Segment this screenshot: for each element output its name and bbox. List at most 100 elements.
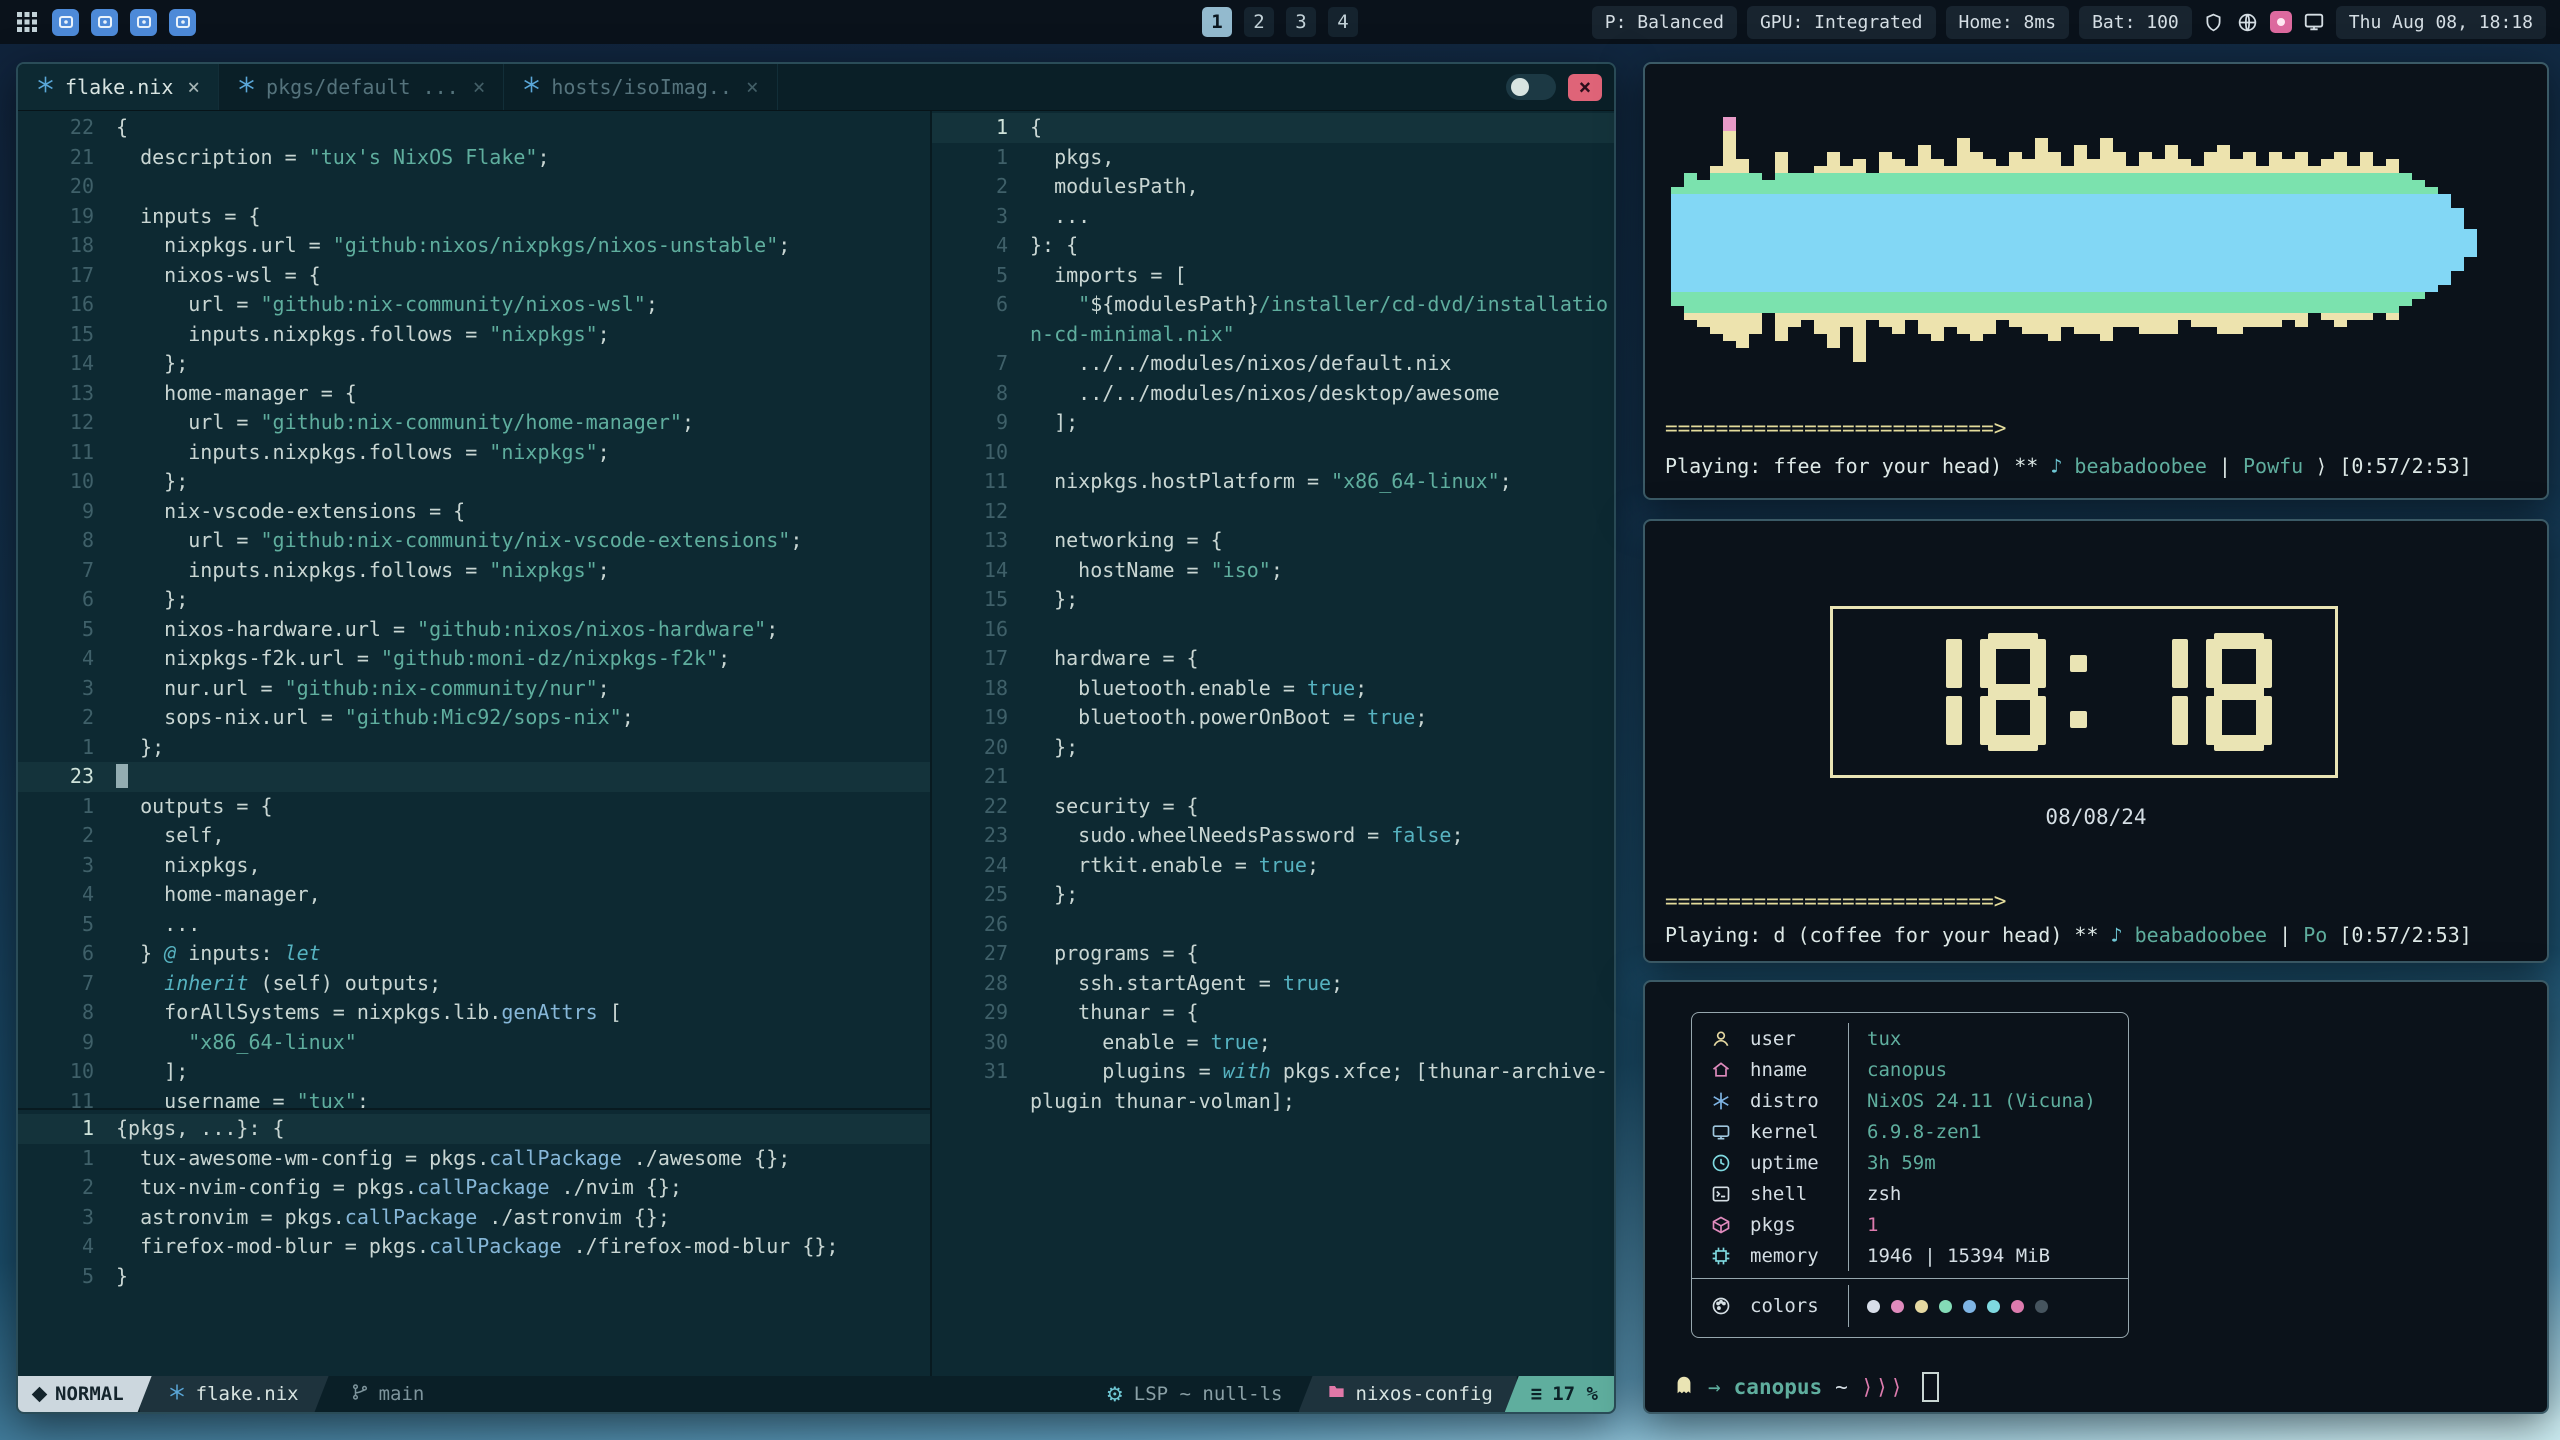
line-number: 21: [18, 143, 116, 173]
code-line: 2 sops-nix.url = "github:Mic92/sops-nix"…: [18, 703, 930, 733]
code-text: nix-vscode-extensions = {: [116, 497, 930, 527]
fetch-value: zsh: [1848, 1178, 2128, 1209]
waveform-column: [2165, 145, 2178, 334]
git-branch: main: [329, 1376, 441, 1412]
waveform-column: [2191, 166, 2204, 327]
code-text: [1030, 762, 1614, 792]
code-text: description = "tux's NixOS Flake";: [116, 143, 930, 173]
code-line: 15 inputs.nixpkgs.follows = "nixpkgs";: [18, 320, 930, 350]
buffer-pkgs-default-nix[interactable]: 1{pkgs, ...}: {1 tux-awesome-wm-config =…: [18, 1108, 930, 1376]
app-launcher-grid-icon[interactable]: [14, 9, 40, 35]
status-pill: Bat: 100: [2079, 6, 2192, 39]
tab-close-icon[interactable]: ×: [187, 75, 200, 99]
waveform-column: [1866, 173, 1879, 320]
code-text: imports = [: [1030, 261, 1614, 291]
line-number: 10: [932, 438, 1030, 468]
fetch-label: shell: [1750, 1183, 1848, 1205]
display-icon[interactable]: [2302, 10, 2326, 34]
fetch-value: NixOS 24.11 (Vicuna): [1848, 1085, 2128, 1116]
code-line: 25 };: [932, 880, 1614, 910]
buffer-flake-nix[interactable]: 22{21 description = "tux's NixOS Flake";…: [18, 111, 930, 1108]
waveform-column: [2178, 159, 2191, 320]
code-line: 21: [932, 762, 1614, 792]
waveform-column: [2282, 159, 2295, 320]
code-line: 9 ];: [932, 408, 1614, 438]
tab-label: flake.nix: [65, 75, 173, 99]
code-line: n-cd-minimal.nix": [932, 320, 1614, 350]
code-text: nur.url = "github:nix-community/nur";: [116, 674, 930, 704]
taskbar-app-icon[interactable]: [52, 9, 79, 36]
tab-hosts-isoImag-[interactable]: hosts/isoImag..×: [504, 64, 777, 110]
shell-prompt[interactable]: → canopus ~ ⟩⟩⟩: [1673, 1372, 1939, 1402]
line-number: 17: [932, 644, 1030, 674]
line-number: 22: [932, 792, 1030, 822]
code-line: 4 home-manager,: [18, 880, 930, 910]
code-text: "x86_64-linux": [116, 1028, 930, 1058]
line-number: 9: [932, 408, 1030, 438]
waveform-column: [2308, 166, 2321, 313]
workspace-tag-2[interactable]: 2: [1244, 7, 1274, 37]
clock-digit: [1896, 633, 1962, 751]
line-number: 11: [18, 438, 116, 468]
record-icon[interactable]: [2270, 11, 2292, 33]
line-number: 14: [932, 556, 1030, 586]
code-line: 16 url = "github:nix-community/nixos-wsl…: [18, 290, 930, 320]
code-line: 2 self,: [18, 821, 930, 851]
code-text: ../../modules/nixos/default.nix: [1030, 349, 1614, 379]
workspace-tag-1[interactable]: 1: [1202, 7, 1232, 37]
buffer-hosts-iso-nix[interactable]: 1{1 pkgs,2 modulesPath,3 ...4}: {5 impor…: [932, 111, 1614, 1376]
taskbar-app-icon[interactable]: [130, 9, 157, 36]
line-number: 30: [932, 1028, 1030, 1058]
code-text: forAllSystems = nixpkgs.lib.genAttrs [: [116, 998, 930, 1028]
fetch-row-kernel: kernel6.9.8-zen1: [1692, 1116, 2128, 1147]
line-number: 14: [18, 349, 116, 379]
code-text: };: [1030, 733, 1614, 763]
code-line: 10: [932, 438, 1614, 468]
tab-pkgs-default-[interactable]: pkgs/default ...×: [219, 64, 504, 110]
project-badge: nixos-config: [1299, 1376, 1517, 1412]
line-number: 6: [18, 585, 116, 615]
code-line: 3 nur.url = "github:nix-community/nur";: [18, 674, 930, 704]
code-line: 24 rtkit.enable = true;: [932, 851, 1614, 881]
window-close-button[interactable]: ×: [1568, 74, 1602, 101]
code-line: 22 security = {: [932, 792, 1614, 822]
code-text: nixpkgs,: [116, 851, 930, 881]
workspace-tag-4[interactable]: 4: [1328, 7, 1358, 37]
clock-digit: [2206, 633, 2272, 751]
code-text: home-manager,: [116, 880, 930, 910]
code-text: ...: [1030, 202, 1614, 232]
globe-icon[interactable]: [2236, 10, 2260, 34]
taskbar-app-icon[interactable]: [169, 9, 196, 36]
statusline-file: flake.nix: [140, 1376, 329, 1412]
color-dot: [2011, 1300, 2024, 1313]
shield-icon[interactable]: [2202, 10, 2226, 34]
waveform-column: [2269, 152, 2282, 327]
seven-segment-clock: [1830, 606, 2338, 778]
toggle-switch[interactable]: [1506, 74, 1556, 100]
tab-close-icon[interactable]: ×: [473, 75, 486, 99]
taskbar-app-icon[interactable]: [91, 9, 118, 36]
fetch-label: hname: [1750, 1059, 1848, 1081]
workspace-tag-3[interactable]: 3: [1286, 7, 1316, 37]
code-text: }: {: [1030, 231, 1614, 261]
line-number: 9: [18, 497, 116, 527]
line-number: 4: [18, 1232, 116, 1262]
line-number: 18: [932, 674, 1030, 704]
line-number: 1: [18, 1144, 116, 1174]
code-text: nixpkgs.hostPlatform = "x86_64-linux";: [1030, 467, 1614, 497]
code-line: 15 };: [932, 585, 1614, 615]
code-line: 5 imports = [: [932, 261, 1614, 291]
code-text: sudo.wheelNeedsPassword = false;: [1030, 821, 1614, 851]
tab-close-icon[interactable]: ×: [746, 75, 759, 99]
mode-icon: [32, 1386, 48, 1402]
code-text: url = "github:nix-community/nixos-wsl";: [116, 290, 930, 320]
waveform-column: [2035, 138, 2048, 334]
clock-window: 08/08/24 ==========================> Pla…: [1643, 519, 2549, 963]
line-number: 3: [932, 202, 1030, 232]
code-line: 28 ssh.startAgent = true;: [932, 969, 1614, 999]
waveform-column: [1801, 173, 1814, 320]
line-number: 1: [18, 733, 116, 763]
waveform-column: [1671, 187, 1684, 306]
tab-flake-nix[interactable]: flake.nix ×: [18, 64, 219, 110]
waveform-column: [2048, 152, 2061, 341]
